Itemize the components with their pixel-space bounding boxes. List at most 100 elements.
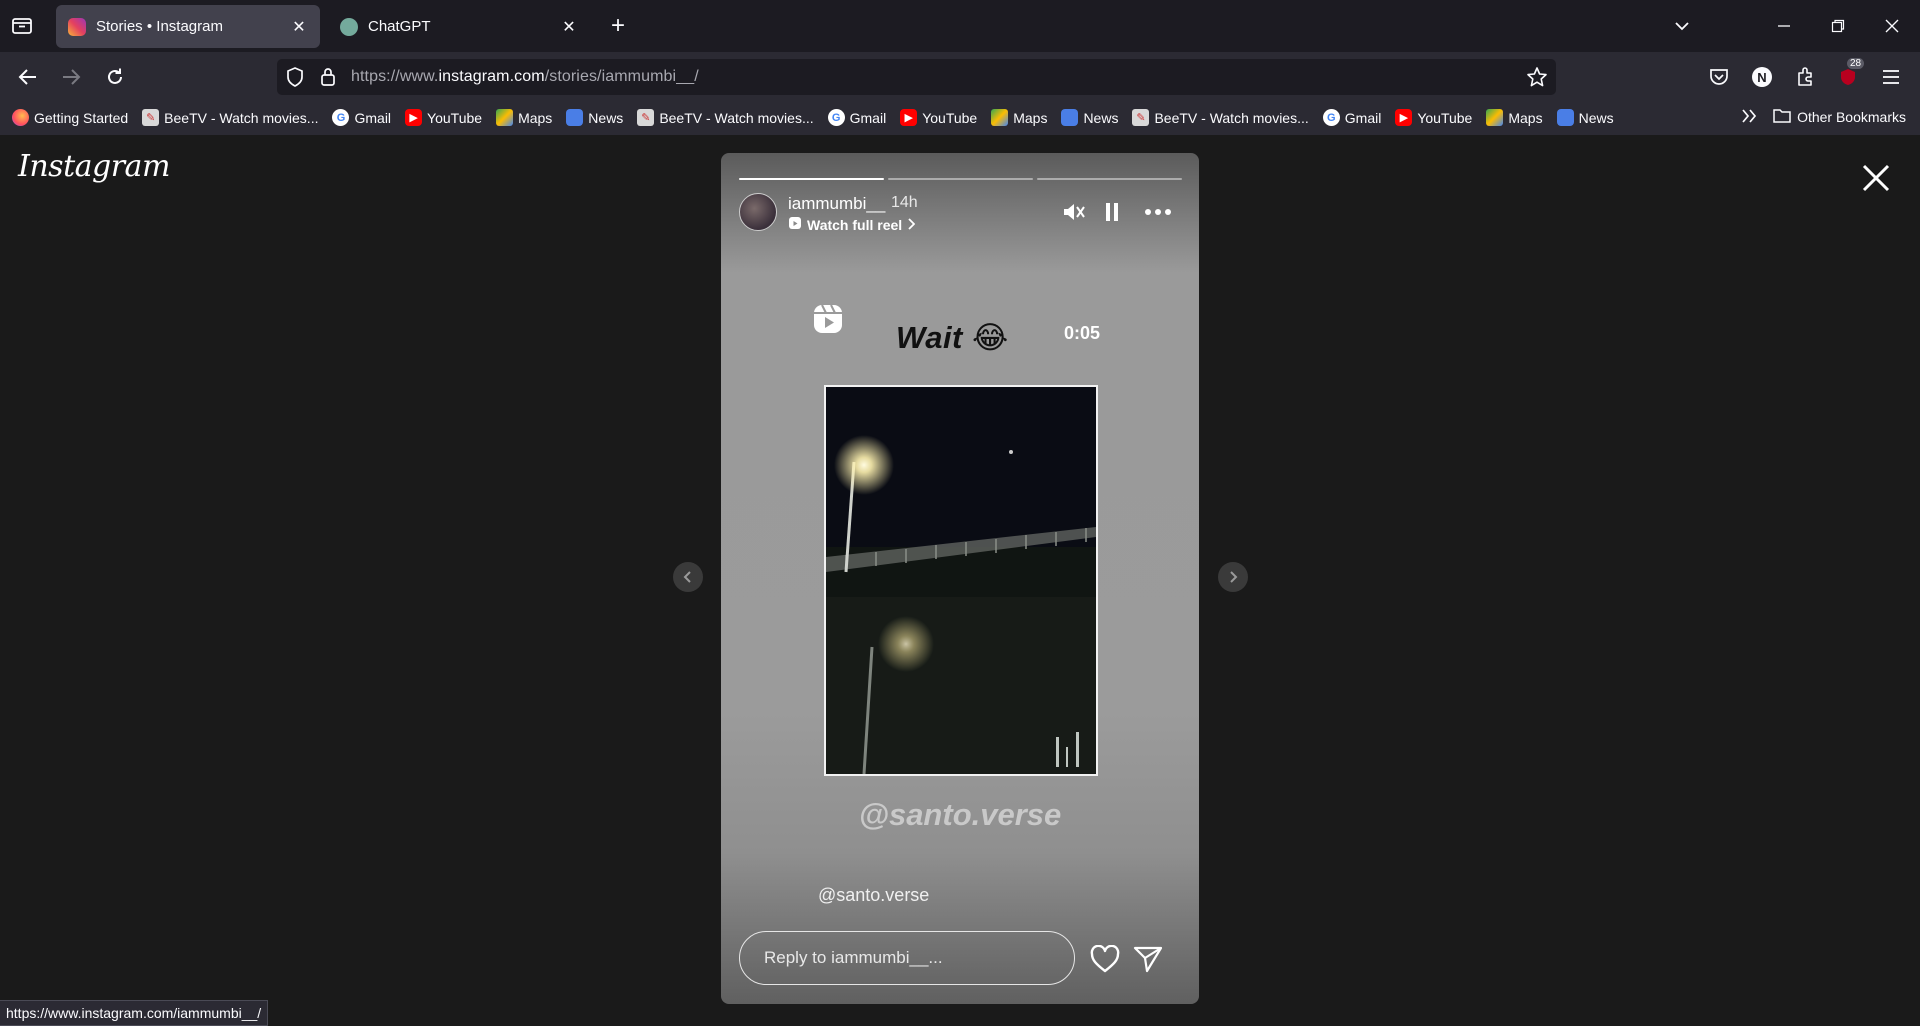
previous-story-button[interactable] [673, 562, 703, 592]
tab-title: Stories • Instagram [96, 18, 223, 35]
watch-full-reel-link[interactable]: Watch full reel [788, 216, 916, 233]
bookmark-label: News [1578, 109, 1614, 126]
bookmark-label: YouTube [1417, 109, 1473, 126]
close-stories-icon[interactable] [1860, 162, 1892, 194]
forward-arrow-icon[interactable] [58, 64, 84, 90]
chevron-down-icon[interactable] [1670, 14, 1694, 38]
night-scene-image [826, 387, 1096, 774]
progress-segment [1037, 178, 1182, 180]
reel-video-frame[interactable] [824, 385, 1098, 776]
other-bookmarks-label: Other Bookmarks [1797, 109, 1906, 125]
google-icon: G [1322, 109, 1340, 126]
bookmark-label: News [588, 109, 624, 126]
maps-icon [991, 109, 1009, 126]
restore-icon[interactable] [1826, 14, 1850, 38]
news-icon [566, 109, 584, 126]
navigation-bar: https://www.instagram.com/stories/iammum… [0, 52, 1920, 100]
reel-duration: 0:05 [1064, 323, 1101, 343]
bookmark-maps[interactable]: Maps [1486, 109, 1543, 126]
bookmark-label: Maps [518, 109, 553, 126]
close-tab-icon[interactable]: ✕ [290, 18, 308, 36]
bookmark-getting-started[interactable]: Getting Started [12, 109, 128, 126]
instagram-logo[interactable]: Instagram [18, 149, 170, 184]
bookmark-label: Gmail [849, 109, 887, 126]
story-overlay-text: Wait 😂 [896, 320, 1009, 355]
share-send-icon[interactable] [1132, 943, 1164, 975]
story-username[interactable]: iammumbi__ [788, 194, 885, 214]
pocket-icon[interactable] [1706, 64, 1732, 90]
google-icon: G [827, 109, 845, 126]
bookmark-news[interactable]: News [1556, 109, 1614, 126]
close-window-icon[interactable] [1880, 14, 1904, 38]
reply-input[interactable]: Reply to iammumbi__... [739, 931, 1075, 985]
bookmark-beetv-watch-movies[interactable]: ✎ BeeTV - Watch movies... [637, 109, 814, 126]
other-bookmarks-button[interactable]: Other Bookmarks [1773, 108, 1906, 126]
bookmark-beetv-watch-movies[interactable]: ✎ BeeTV - Watch movies... [1132, 109, 1309, 126]
hamburger-menu-icon[interactable] [1878, 64, 1904, 90]
bookmarks-overflow-area: Other Bookmarks [1741, 108, 1906, 126]
bookmark-youtube[interactable]: ▶ YouTube [1395, 109, 1472, 126]
back-arrow-icon[interactable] [15, 64, 41, 90]
watch-full-reel-label: Watch full reel [807, 216, 903, 233]
mute-icon[interactable] [1061, 199, 1087, 225]
bookmark-news[interactable]: News [1061, 109, 1118, 126]
mention-link[interactable]: @santo.verse [818, 885, 929, 906]
bookmark-maps[interactable]: Maps [496, 109, 552, 126]
story-progress [739, 178, 1182, 180]
tab-list-icon[interactable] [10, 14, 36, 38]
bookmark-gmail[interactable]: G Gmail [332, 109, 391, 126]
tab-bar: Stories • Instagram ✕ ChatGPT ✕ + [0, 0, 1920, 52]
bookmark-label: BeeTV - Watch movies... [164, 109, 319, 126]
news-icon [1061, 109, 1079, 126]
story-timestamp: 14h [891, 194, 918, 211]
bookmark-gmail[interactable]: G Gmail [1322, 109, 1382, 126]
shield-icon[interactable] [286, 67, 304, 92]
bookmark-label: Getting Started [34, 109, 129, 126]
maps-icon [1486, 109, 1504, 126]
reel-icon [788, 216, 802, 233]
bookmark-label: BeeTV - Watch movies... [1154, 109, 1309, 126]
heart-icon[interactable] [1089, 943, 1121, 975]
bookmark-youtube[interactable]: ▶ YouTube [405, 109, 482, 126]
extension-badge: 28 [1847, 58, 1865, 69]
news-icon [1556, 109, 1574, 126]
tab-stories-instagram[interactable]: Stories • Instagram ✕ [56, 5, 320, 48]
next-story-button[interactable] [1218, 562, 1248, 592]
story-viewer[interactable]: iammumbi__ 14h Watch full reel Wait 😂 0:… [721, 153, 1199, 1004]
tab-chatgpt[interactable]: ChatGPT ✕ [328, 5, 590, 48]
bookmark-youtube[interactable]: ▶ YouTube [900, 109, 977, 126]
bookmark-gmail[interactable]: G Gmail [827, 109, 887, 126]
avatar[interactable] [739, 193, 777, 231]
close-tab-icon[interactable]: ✕ [560, 18, 578, 36]
profile-avatar[interactable]: N [1749, 64, 1775, 90]
youtube-icon: ▶ [405, 109, 423, 126]
google-icon: G [332, 109, 350, 126]
progress-fill [739, 178, 884, 180]
reply-placeholder: Reply to iammumbi__... [764, 948, 943, 967]
profile-initial: N [1752, 67, 1772, 87]
bookmark-maps[interactable]: Maps [991, 109, 1047, 126]
instagram-stories-page: Instagram iammumbi__ 14h Watch full reel [0, 135, 1920, 1026]
reload-icon[interactable] [102, 64, 128, 90]
bookmark-label: Gmail [1344, 109, 1382, 126]
pause-icon[interactable] [1099, 199, 1125, 225]
bookmark-news[interactable]: News [566, 109, 623, 126]
youtube-icon: ▶ [1395, 109, 1413, 126]
extensions-icon[interactable] [1792, 64, 1818, 90]
bookmark-label: Maps [1013, 109, 1048, 126]
lock-icon[interactable] [320, 67, 336, 92]
bookmark-beetv-watch-movies[interactable]: ✎ BeeTV - Watch movies... [142, 109, 318, 126]
bookmark-star-icon[interactable] [1526, 66, 1548, 93]
ublock-icon[interactable]: 28 [1835, 58, 1865, 90]
beetv-icon: ✎ [142, 109, 160, 126]
bookmark-label: YouTube [427, 109, 483, 126]
bookmark-label: News [1083, 109, 1119, 126]
maps-icon [496, 109, 514, 126]
chevron-double-right-icon[interactable] [1741, 108, 1757, 126]
more-options-icon[interactable] [1141, 199, 1175, 225]
bookmark-label: Maps [1508, 109, 1543, 126]
url-text[interactable]: https://www.instagram.com/stories/iammum… [351, 68, 699, 86]
new-tab-button[interactable]: + [606, 12, 630, 39]
address-bar[interactable]: https://www.instagram.com/stories/iammum… [277, 59, 1556, 95]
minimize-icon[interactable] [1772, 14, 1796, 38]
